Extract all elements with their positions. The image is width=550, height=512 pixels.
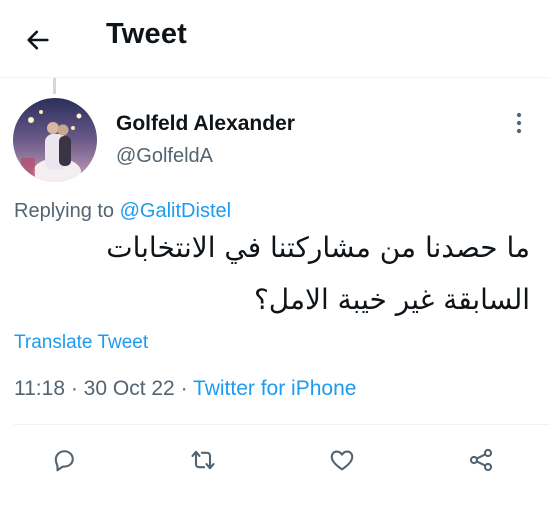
like-icon xyxy=(330,450,354,471)
like-button[interactable] xyxy=(326,444,358,476)
tweet-text: ما حصدنا من مشاركتنا في الانتخابات الساب… xyxy=(10,222,530,326)
retweet-icon xyxy=(191,450,215,470)
tweet-metadata: 11:18 · 30 Oct 22 · Twitter for iPhone xyxy=(14,377,356,401)
avatar[interactable] xyxy=(13,98,97,182)
tweet-time[interactable]: 11:18 xyxy=(14,377,65,400)
tweet-date[interactable]: 30 Oct 22 xyxy=(84,377,175,400)
meta-separator: · xyxy=(65,377,84,400)
meta-separator: · xyxy=(174,377,194,400)
share-icon xyxy=(469,448,493,472)
top-bar: Tweet xyxy=(0,0,550,78)
tweet-text-line: ما حصدنا من مشاركتنا في الانتخابات xyxy=(106,231,530,264)
replying-to-mention[interactable]: @GalitDistel xyxy=(120,200,231,222)
replying-to-prefix: Replying to xyxy=(14,200,120,222)
author-handle[interactable]: @GolfeldA xyxy=(116,145,213,168)
thread-connector-line xyxy=(53,78,56,94)
tweet-text-line: السابقة غير خيبة الامل؟ xyxy=(253,283,530,316)
divider xyxy=(14,424,550,425)
more-options-button[interactable] xyxy=(506,110,532,136)
share-button[interactable] xyxy=(465,444,497,476)
tweet-source[interactable]: Twitter for iPhone xyxy=(193,377,356,400)
retweet-button[interactable] xyxy=(187,444,219,476)
page-title: Tweet xyxy=(106,18,188,50)
reply-icon xyxy=(54,450,74,472)
replying-to: Replying to @GalitDistel xyxy=(14,200,231,223)
arrow-left-icon xyxy=(27,30,49,50)
reply-button[interactable] xyxy=(48,444,80,476)
translate-tweet-link[interactable]: Translate Tweet xyxy=(14,332,148,354)
back-button[interactable] xyxy=(18,20,58,60)
author-display-name[interactable]: Golfeld Alexander xyxy=(116,112,295,136)
more-vertical-icon xyxy=(516,112,522,134)
